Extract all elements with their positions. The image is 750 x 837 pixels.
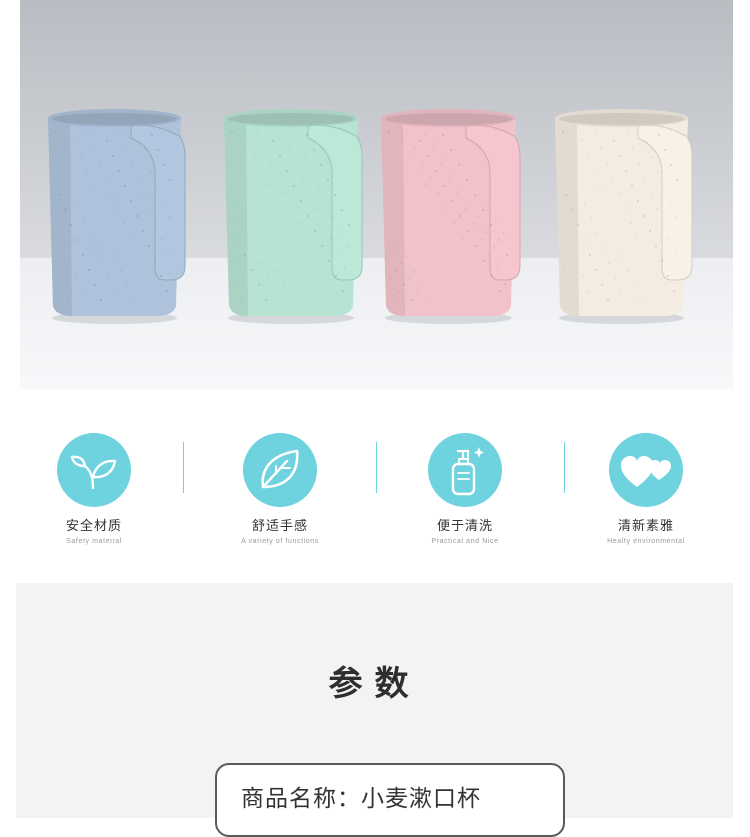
divider	[376, 442, 377, 493]
feature-strip: 安全材质 Safety material 舒适手感 A variety of f…	[0, 389, 750, 583]
pink-cup	[381, 109, 521, 324]
sprout-icon	[57, 433, 131, 507]
feature-subtitle: A variety of functions	[241, 538, 319, 545]
feature-title: 清新素雅	[617, 519, 674, 534]
hearts-icon	[609, 433, 683, 507]
feature-title: 便于清洗	[436, 519, 493, 534]
params-section: 参数 商品名称：小麦漱口杯	[16, 583, 733, 837]
feature-easy-clean: 便于清洗 Practical and Nice	[390, 433, 540, 545]
divider	[183, 442, 184, 493]
param-row-product-name: 商品名称：小麦漱口杯	[215, 763, 565, 837]
blue-cup	[48, 109, 186, 324]
bottle-icon	[428, 433, 502, 507]
leaf-icon	[243, 433, 317, 507]
params-heading: 参数	[328, 664, 421, 704]
feature-subtitle: Practical and Nice	[431, 538, 499, 545]
feature-title: 舒适手感	[251, 519, 308, 534]
param-text: 商品名称：小麦漱口杯	[241, 786, 481, 812]
feature-subtitle: Safety material	[66, 538, 122, 545]
feature-fresh: 清新素雅 Healty environmental	[571, 433, 721, 545]
feature-subtitle: Healty environmental	[607, 538, 685, 545]
divider	[564, 442, 565, 493]
beige-cup	[555, 109, 693, 324]
feature-title: 安全材质	[65, 519, 122, 534]
product-photo	[20, 0, 733, 389]
feature-safe-material: 安全材质 Safety material	[19, 433, 169, 545]
feature-comfort: 舒适手感 A variety of functions	[205, 433, 355, 545]
green-cup	[224, 109, 363, 324]
